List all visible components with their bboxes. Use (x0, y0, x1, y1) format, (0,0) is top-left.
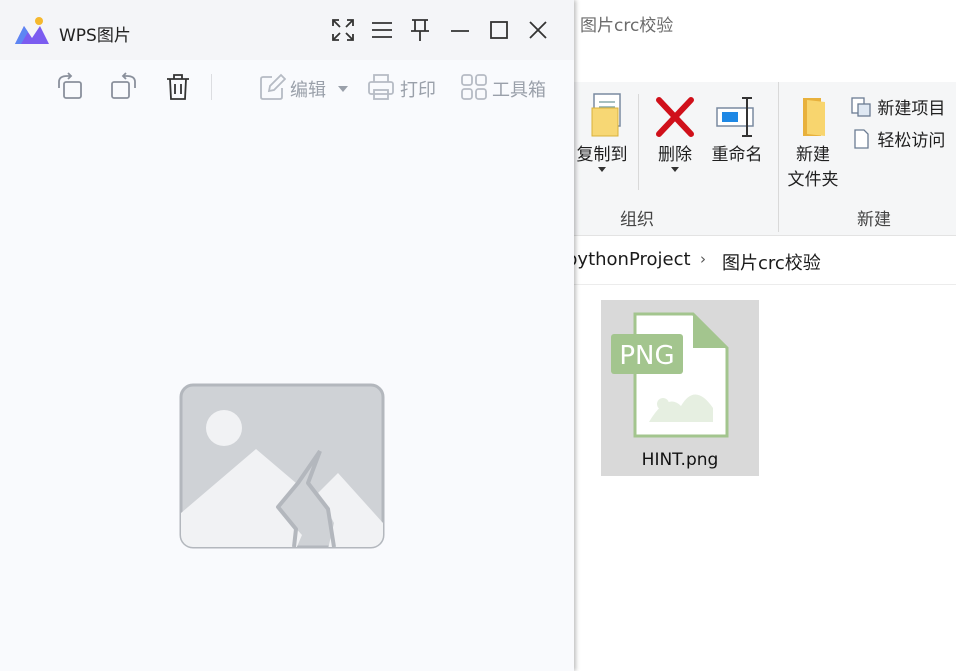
delete-button[interactable]: 删除 (650, 92, 700, 172)
new-group-label: 新建 (857, 210, 891, 230)
easy-access-button[interactable]: 轻松访问 (850, 126, 945, 151)
new-folder-label-line1: 新建 (796, 145, 830, 165)
wps-image-window: WPS图片 编辑 打印 工具箱 (0, 0, 574, 671)
delete-x-icon (656, 97, 694, 137)
edit-pencil-icon[interactable] (258, 72, 286, 102)
breadcrumb-item[interactable]: 图片crc校验 (722, 249, 821, 275)
rotate-right-icon[interactable] (109, 72, 139, 102)
rename-label: 重命名 (711, 145, 763, 165)
delete-dropdown-icon[interactable] (671, 167, 679, 172)
delete-label: 删除 (658, 145, 692, 165)
minimize-icon[interactable] (447, 17, 473, 43)
easy-access-icon (854, 129, 869, 149)
folder-icon (803, 98, 825, 136)
new-item-button[interactable]: 新建项目 (850, 94, 945, 119)
copy-to-label: 复制到 (576, 145, 628, 165)
print-icon[interactable] (367, 72, 395, 102)
copy-to-icon (591, 93, 621, 137)
rename-button[interactable]: 重命名 (707, 92, 767, 165)
ribbon-divider (638, 94, 639, 190)
wps-app-title: WPS图片 (59, 26, 131, 46)
close-icon[interactable] (525, 17, 551, 43)
maximize-icon[interactable] (486, 17, 512, 43)
delete-trash-icon[interactable] (163, 72, 193, 102)
file-item[interactable]: PNG HINT.png (601, 300, 759, 476)
easy-access-label: 轻松访问 (877, 131, 946, 151)
new-folder-label-line2: 文件夹 (787, 170, 839, 190)
wps-toolbar: 编辑 打印 工具箱 (0, 60, 574, 116)
copy-to-button[interactable]: 复制到 (572, 92, 632, 172)
edit-label[interactable]: 编辑 (290, 76, 326, 102)
explorer-window-title: 图片crc校验 (580, 16, 674, 36)
copy-to-dropdown-icon[interactable] (598, 167, 606, 172)
breadcrumb-chevron-icon[interactable]: › (700, 250, 706, 268)
edit-dropdown-icon[interactable] (337, 85, 349, 93)
rotate-left-icon[interactable] (55, 72, 85, 102)
wps-logo-icon (15, 17, 49, 44)
file-name: HINT.png (641, 450, 719, 470)
new-folder-button[interactable]: 新建 文件夹 (784, 92, 842, 190)
rename-icon (716, 97, 754, 137)
broken-image-placeholder-icon (179, 383, 385, 549)
menu-icon[interactable] (369, 17, 395, 43)
wps-titlebar: WPS图片 (0, 0, 574, 60)
png-file-icon: PNG (611, 312, 729, 438)
new-item-label: 新建项目 (877, 99, 946, 119)
toolbar-divider (211, 74, 212, 100)
new-item-icon (851, 97, 871, 117)
toolbox-label[interactable]: 工具箱 (492, 76, 546, 102)
png-badge-text: PNG (619, 341, 674, 371)
ribbon-group-divider (778, 82, 779, 232)
print-label[interactable]: 打印 (400, 76, 436, 102)
pin-icon[interactable] (407, 17, 433, 43)
fullscreen-icon[interactable] (330, 17, 356, 43)
breadcrumb-item[interactable]: pythonProject (566, 249, 691, 270)
organize-group-label: 组织 (620, 210, 654, 230)
toolbox-grid-icon[interactable] (460, 72, 488, 102)
